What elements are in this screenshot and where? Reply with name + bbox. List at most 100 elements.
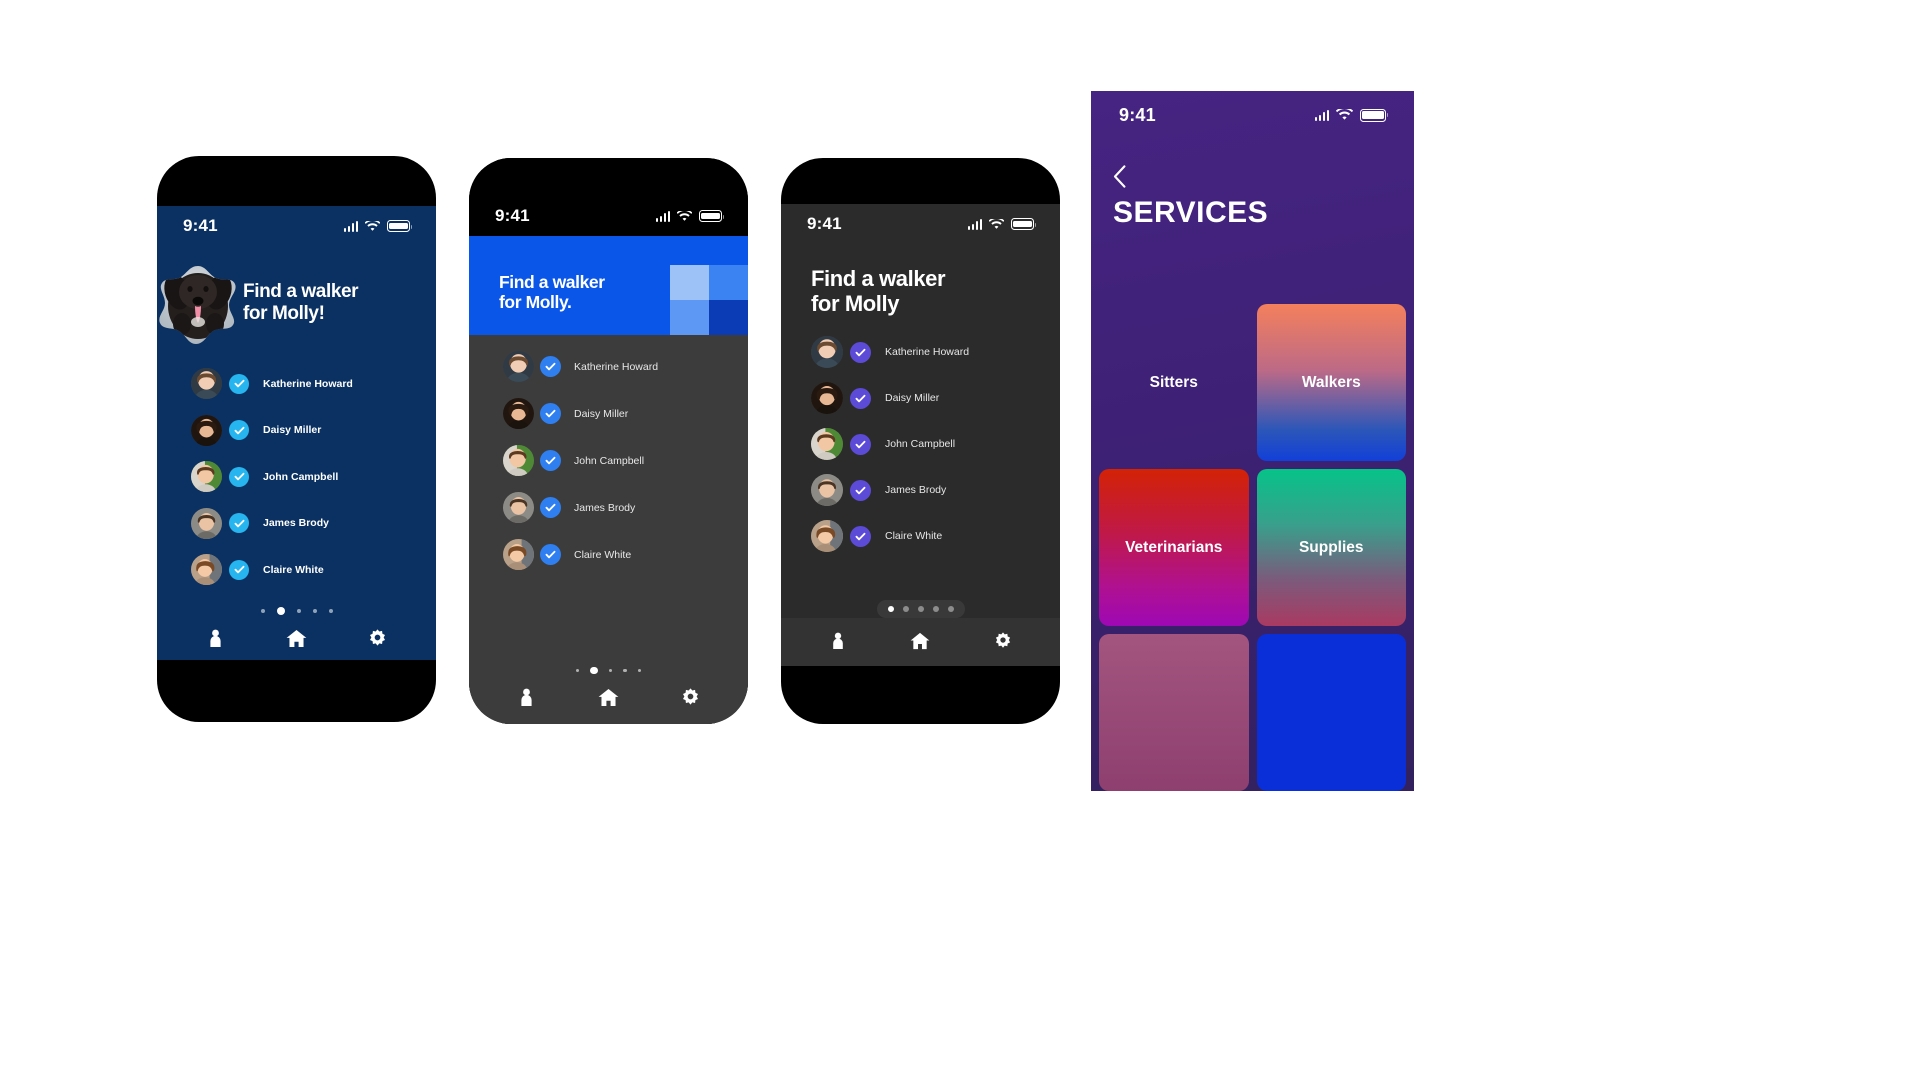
- status-bar: 9:41: [469, 196, 748, 236]
- list-item[interactable]: Katherine Howard: [811, 336, 1060, 369]
- pagination-dots[interactable]: [876, 600, 965, 618]
- back-button[interactable]: [1091, 139, 1414, 188]
- service-tile-veterinarians[interactable]: Veterinarians: [1099, 469, 1249, 626]
- checkmark-icon[interactable]: [540, 356, 561, 377]
- list-item[interactable]: Daisy Miller: [811, 382, 1060, 415]
- pagination-dot[interactable]: [623, 668, 627, 672]
- tab-settings[interactable]: [962, 632, 1044, 650]
- content-body: Katherine Howard Daisy Miller John Campb…: [469, 335, 748, 724]
- checkmark-icon[interactable]: [540, 403, 561, 424]
- tab-profile[interactable]: [485, 688, 567, 707]
- tab-profile[interactable]: [797, 632, 879, 650]
- avatar: [811, 336, 843, 369]
- swatch: [670, 265, 709, 300]
- checkmark-icon[interactable]: [229, 559, 249, 580]
- service-tile-label: Supplies: [1298, 538, 1364, 556]
- battery-icon: [699, 210, 725, 222]
- service-tile-partial-1[interactable]: [1099, 634, 1249, 791]
- tab-home[interactable]: [567, 688, 649, 707]
- service-tile-partial-2[interactable]: [1256, 634, 1406, 791]
- screen-navy: 9:41 Find a walker for Molly! Katherine …: [157, 206, 436, 660]
- pagination-dot-active[interactable]: [276, 606, 285, 615]
- checkmark-icon[interactable]: [850, 387, 871, 409]
- pagination-dot-active[interactable]: [887, 606, 894, 612]
- battery-icon: [1011, 218, 1037, 230]
- walker-name: James Brody: [885, 484, 947, 497]
- checkmark-icon[interactable]: [850, 525, 871, 547]
- pagination-dot[interactable]: [575, 668, 580, 672]
- gear-icon: [995, 632, 1010, 648]
- tab-profile[interactable]: [175, 629, 256, 648]
- pagination-dots[interactable]: [157, 601, 436, 615]
- status-bar: 9:41: [781, 204, 1060, 244]
- pagination-dots[interactable]: [469, 665, 748, 674]
- chevron-left-icon: [1113, 165, 1126, 188]
- list-item[interactable]: Claire White: [503, 539, 748, 570]
- pagination-dot-active[interactable]: [590, 666, 598, 674]
- checkmark-icon[interactable]: [540, 497, 561, 518]
- checkmark-icon[interactable]: [229, 466, 249, 487]
- service-tile-walkers[interactable]: Walkers: [1256, 304, 1406, 461]
- page-title: Find a walker for Molly!: [243, 281, 359, 324]
- checkmark-icon[interactable]: [850, 341, 871, 363]
- walker-name: James Brody: [263, 517, 329, 529]
- gear-icon: [683, 687, 699, 705]
- tab-settings[interactable]: [650, 687, 732, 707]
- service-tile-sitters[interactable]: Sitters: [1099, 304, 1249, 461]
- list-item[interactable]: John Campbell: [503, 445, 748, 476]
- list-item[interactable]: Claire White: [191, 554, 436, 585]
- screen-dark: 9:41 Find a walker for Molly Katherine Ho…: [781, 204, 1060, 666]
- pagination-dot[interactable]: [917, 606, 924, 612]
- services-screen: 9:41 SERVICES Sitters Walkers Veterinari…: [1091, 91, 1414, 791]
- page-title: Find a walker for Molly: [811, 266, 946, 317]
- checkmark-icon[interactable]: [850, 479, 871, 501]
- tab-settings[interactable]: [337, 629, 418, 648]
- checkmark-icon[interactable]: [540, 544, 561, 565]
- pagination-dot[interactable]: [947, 606, 954, 612]
- pagination-dot[interactable]: [608, 668, 613, 672]
- checkmark-icon[interactable]: [229, 373, 249, 394]
- list-item[interactable]: John Campbell: [191, 461, 436, 492]
- list-item[interactable]: Claire White: [811, 520, 1060, 553]
- person-icon: [210, 629, 221, 647]
- cellular-signal-icon: [343, 220, 358, 232]
- walker-name: Daisy Miller: [263, 424, 322, 436]
- avatar: [811, 382, 843, 415]
- walker-name: Katherine Howard: [574, 360, 659, 373]
- checkmark-icon[interactable]: [850, 433, 871, 455]
- status-time: 9:41: [183, 216, 218, 235]
- swatch: [709, 265, 748, 300]
- molly-dog-photo: [157, 262, 239, 344]
- pagination-dot[interactable]: [328, 608, 333, 613]
- tab-home[interactable]: [256, 629, 337, 648]
- pagination-dot[interactable]: [902, 606, 909, 612]
- list-item[interactable]: John Campbell: [811, 428, 1060, 461]
- pagination-dot[interactable]: [637, 668, 642, 672]
- wifi-icon: [989, 218, 1004, 229]
- home-icon: [286, 629, 307, 648]
- decorative-checker-pattern: [670, 265, 748, 335]
- list-item[interactable]: Katherine Howard: [503, 351, 748, 382]
- pagination-dot[interactable]: [296, 608, 301, 613]
- avatar: [811, 428, 843, 461]
- checkmark-icon[interactable]: [229, 420, 249, 440]
- hero-section: Find a walker for Molly!: [157, 246, 436, 344]
- list-item[interactable]: James Brody: [811, 474, 1060, 507]
- list-item[interactable]: Katherine Howard: [191, 368, 436, 399]
- list-item[interactable]: Daisy Miller: [503, 398, 748, 429]
- avatar: [503, 539, 534, 570]
- service-tile-supplies[interactable]: Supplies: [1256, 469, 1406, 626]
- list-item[interactable]: James Brody: [503, 492, 748, 523]
- avatar: [811, 474, 843, 507]
- pagination-dot[interactable]: [932, 606, 939, 612]
- list-item[interactable]: James Brody: [191, 507, 436, 539]
- checkmark-icon[interactable]: [540, 450, 561, 471]
- list-item[interactable]: Daisy Miller: [191, 414, 436, 446]
- checkmark-icon[interactable]: [229, 513, 249, 533]
- avatar: [503, 445, 534, 476]
- pagination-dot[interactable]: [260, 608, 265, 613]
- pagination-dot[interactable]: [312, 608, 317, 613]
- tab-home[interactable]: [879, 632, 961, 650]
- walker-name: Katherine Howard: [263, 377, 353, 390]
- avatar: [811, 520, 843, 553]
